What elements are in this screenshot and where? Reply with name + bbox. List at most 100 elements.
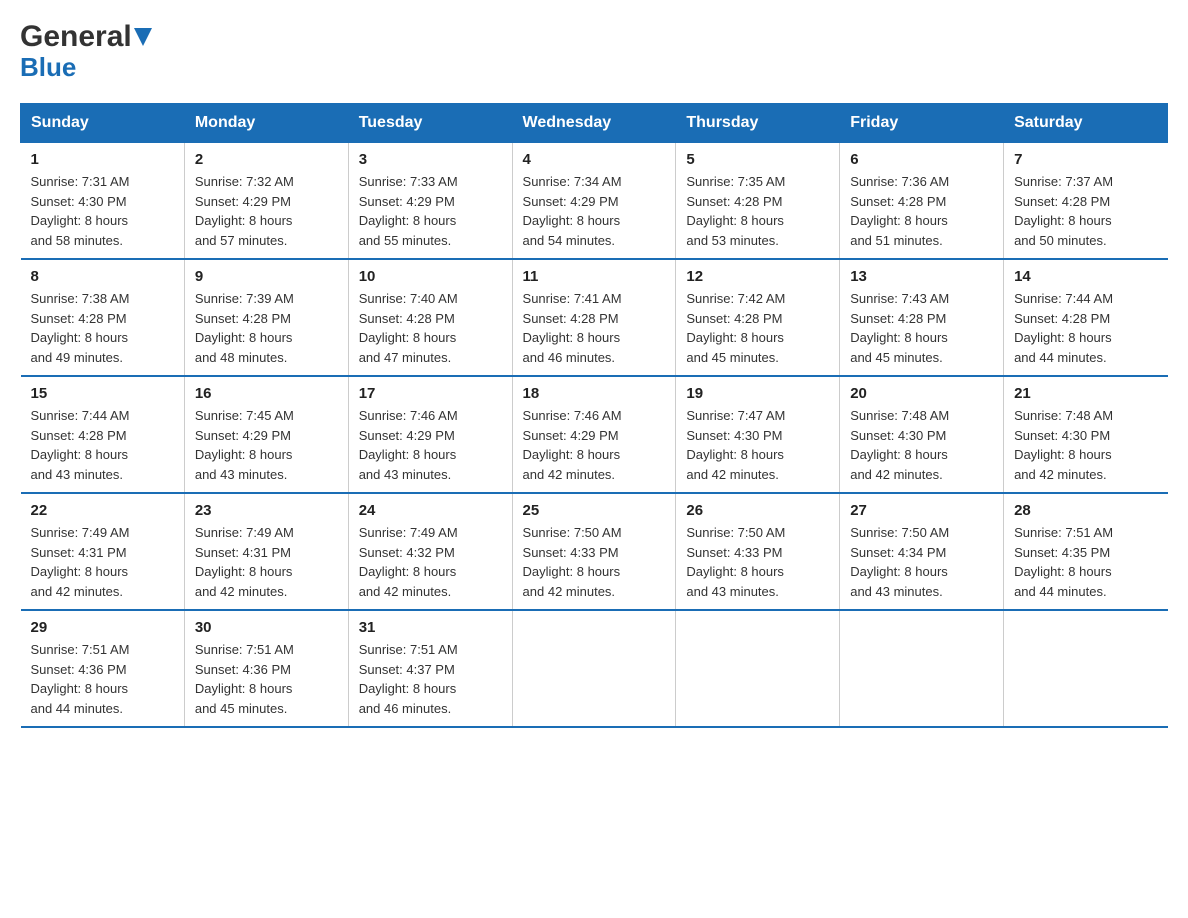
day-info: Sunrise: 7:48 AM Sunset: 4:30 PM Dayligh… (1014, 408, 1113, 482)
day-info: Sunrise: 7:34 AM Sunset: 4:29 PM Dayligh… (523, 174, 622, 248)
day-number: 25 (523, 502, 666, 519)
day-info: Sunrise: 7:46 AM Sunset: 4:29 PM Dayligh… (359, 408, 458, 482)
day-number: 29 (31, 619, 174, 636)
day-info: Sunrise: 7:40 AM Sunset: 4:28 PM Dayligh… (359, 291, 458, 365)
day-info: Sunrise: 7:33 AM Sunset: 4:29 PM Dayligh… (359, 174, 458, 248)
calendar-cell: 9 Sunrise: 7:39 AM Sunset: 4:28 PM Dayli… (184, 259, 348, 376)
day-number: 6 (850, 151, 993, 168)
page-header: General Blue (20, 20, 1168, 83)
day-header-wednesday: Wednesday (512, 104, 676, 143)
day-info: Sunrise: 7:51 AM Sunset: 4:37 PM Dayligh… (359, 642, 458, 716)
calendar-cell: 8 Sunrise: 7:38 AM Sunset: 4:28 PM Dayli… (21, 259, 185, 376)
day-header-thursday: Thursday (676, 104, 840, 143)
day-number: 13 (850, 268, 993, 285)
day-number: 20 (850, 385, 993, 402)
day-info: Sunrise: 7:41 AM Sunset: 4:28 PM Dayligh… (523, 291, 622, 365)
calendar-table: SundayMondayTuesdayWednesdayThursdayFrid… (20, 103, 1168, 728)
calendar-cell: 15 Sunrise: 7:44 AM Sunset: 4:28 PM Dayl… (21, 376, 185, 493)
calendar-header: SundayMondayTuesdayWednesdayThursdayFrid… (21, 104, 1168, 143)
day-number: 19 (686, 385, 829, 402)
day-number: 11 (523, 268, 666, 285)
day-number: 21 (1014, 385, 1157, 402)
day-info: Sunrise: 7:32 AM Sunset: 4:29 PM Dayligh… (195, 174, 294, 248)
day-number: 16 (195, 385, 338, 402)
calendar-cell: 13 Sunrise: 7:43 AM Sunset: 4:28 PM Dayl… (840, 259, 1004, 376)
day-info: Sunrise: 7:49 AM Sunset: 4:31 PM Dayligh… (195, 525, 294, 599)
day-info: Sunrise: 7:49 AM Sunset: 4:32 PM Dayligh… (359, 525, 458, 599)
logo-arrow-icon (134, 28, 152, 46)
days-of-week-row: SundayMondayTuesdayWednesdayThursdayFrid… (21, 104, 1168, 143)
day-info: Sunrise: 7:51 AM Sunset: 4:36 PM Dayligh… (31, 642, 130, 716)
day-info: Sunrise: 7:50 AM Sunset: 4:33 PM Dayligh… (523, 525, 622, 599)
calendar-cell: 7 Sunrise: 7:37 AM Sunset: 4:28 PM Dayli… (1004, 143, 1168, 260)
day-number: 1 (31, 151, 174, 168)
calendar-cell: 10 Sunrise: 7:40 AM Sunset: 4:28 PM Dayl… (348, 259, 512, 376)
calendar-cell: 2 Sunrise: 7:32 AM Sunset: 4:29 PM Dayli… (184, 143, 348, 260)
calendar-cell: 16 Sunrise: 7:45 AM Sunset: 4:29 PM Dayl… (184, 376, 348, 493)
calendar-cell: 31 Sunrise: 7:51 AM Sunset: 4:37 PM Dayl… (348, 610, 512, 727)
calendar-cell: 30 Sunrise: 7:51 AM Sunset: 4:36 PM Dayl… (184, 610, 348, 727)
calendar-cell (1004, 610, 1168, 727)
calendar-cell: 17 Sunrise: 7:46 AM Sunset: 4:29 PM Dayl… (348, 376, 512, 493)
day-info: Sunrise: 7:42 AM Sunset: 4:28 PM Dayligh… (686, 291, 785, 365)
day-number: 17 (359, 385, 502, 402)
calendar-cell: 20 Sunrise: 7:48 AM Sunset: 4:30 PM Dayl… (840, 376, 1004, 493)
day-number: 3 (359, 151, 502, 168)
day-info: Sunrise: 7:49 AM Sunset: 4:31 PM Dayligh… (31, 525, 130, 599)
day-header-friday: Friday (840, 104, 1004, 143)
calendar-cell: 14 Sunrise: 7:44 AM Sunset: 4:28 PM Dayl… (1004, 259, 1168, 376)
day-number: 23 (195, 502, 338, 519)
day-info: Sunrise: 7:44 AM Sunset: 4:28 PM Dayligh… (1014, 291, 1113, 365)
day-number: 28 (1014, 502, 1157, 519)
day-header-monday: Monday (184, 104, 348, 143)
day-info: Sunrise: 7:31 AM Sunset: 4:30 PM Dayligh… (31, 174, 130, 248)
week-row-3: 15 Sunrise: 7:44 AM Sunset: 4:28 PM Dayl… (21, 376, 1168, 493)
calendar-cell: 25 Sunrise: 7:50 AM Sunset: 4:33 PM Dayl… (512, 493, 676, 610)
calendar-cell: 11 Sunrise: 7:41 AM Sunset: 4:28 PM Dayl… (512, 259, 676, 376)
day-number: 2 (195, 151, 338, 168)
calendar-cell: 19 Sunrise: 7:47 AM Sunset: 4:30 PM Dayl… (676, 376, 840, 493)
day-number: 31 (359, 619, 502, 636)
day-info: Sunrise: 7:44 AM Sunset: 4:28 PM Dayligh… (31, 408, 130, 482)
day-header-saturday: Saturday (1004, 104, 1168, 143)
calendar-cell: 27 Sunrise: 7:50 AM Sunset: 4:34 PM Dayl… (840, 493, 1004, 610)
day-number: 14 (1014, 268, 1157, 285)
week-row-4: 22 Sunrise: 7:49 AM Sunset: 4:31 PM Dayl… (21, 493, 1168, 610)
day-info: Sunrise: 7:45 AM Sunset: 4:29 PM Dayligh… (195, 408, 294, 482)
logo-blue-text: Blue (20, 52, 76, 83)
day-info: Sunrise: 7:50 AM Sunset: 4:34 PM Dayligh… (850, 525, 949, 599)
calendar-cell: 1 Sunrise: 7:31 AM Sunset: 4:30 PM Dayli… (21, 143, 185, 260)
day-number: 5 (686, 151, 829, 168)
calendar-cell (840, 610, 1004, 727)
calendar-cell: 4 Sunrise: 7:34 AM Sunset: 4:29 PM Dayli… (512, 143, 676, 260)
day-info: Sunrise: 7:51 AM Sunset: 4:36 PM Dayligh… (195, 642, 294, 716)
day-info: Sunrise: 7:39 AM Sunset: 4:28 PM Dayligh… (195, 291, 294, 365)
week-row-1: 1 Sunrise: 7:31 AM Sunset: 4:30 PM Dayli… (21, 143, 1168, 260)
day-number: 27 (850, 502, 993, 519)
day-number: 12 (686, 268, 829, 285)
calendar-cell: 6 Sunrise: 7:36 AM Sunset: 4:28 PM Dayli… (840, 143, 1004, 260)
day-info: Sunrise: 7:51 AM Sunset: 4:35 PM Dayligh… (1014, 525, 1113, 599)
day-number: 30 (195, 619, 338, 636)
calendar-cell: 18 Sunrise: 7:46 AM Sunset: 4:29 PM Dayl… (512, 376, 676, 493)
day-header-sunday: Sunday (21, 104, 185, 143)
day-number: 7 (1014, 151, 1157, 168)
calendar-cell: 5 Sunrise: 7:35 AM Sunset: 4:28 PM Dayli… (676, 143, 840, 260)
day-info: Sunrise: 7:43 AM Sunset: 4:28 PM Dayligh… (850, 291, 949, 365)
calendar-cell: 24 Sunrise: 7:49 AM Sunset: 4:32 PM Dayl… (348, 493, 512, 610)
calendar-body: 1 Sunrise: 7:31 AM Sunset: 4:30 PM Dayli… (21, 143, 1168, 728)
day-number: 22 (31, 502, 174, 519)
day-info: Sunrise: 7:35 AM Sunset: 4:28 PM Dayligh… (686, 174, 785, 248)
day-number: 26 (686, 502, 829, 519)
day-number: 8 (31, 268, 174, 285)
day-info: Sunrise: 7:50 AM Sunset: 4:33 PM Dayligh… (686, 525, 785, 599)
day-info: Sunrise: 7:47 AM Sunset: 4:30 PM Dayligh… (686, 408, 785, 482)
day-header-tuesday: Tuesday (348, 104, 512, 143)
calendar-cell: 12 Sunrise: 7:42 AM Sunset: 4:28 PM Dayl… (676, 259, 840, 376)
day-info: Sunrise: 7:46 AM Sunset: 4:29 PM Dayligh… (523, 408, 622, 482)
day-number: 24 (359, 502, 502, 519)
logo: General Blue (20, 20, 152, 83)
calendar-cell: 3 Sunrise: 7:33 AM Sunset: 4:29 PM Dayli… (348, 143, 512, 260)
logo-general-text: General (20, 20, 132, 54)
day-info: Sunrise: 7:37 AM Sunset: 4:28 PM Dayligh… (1014, 174, 1113, 248)
